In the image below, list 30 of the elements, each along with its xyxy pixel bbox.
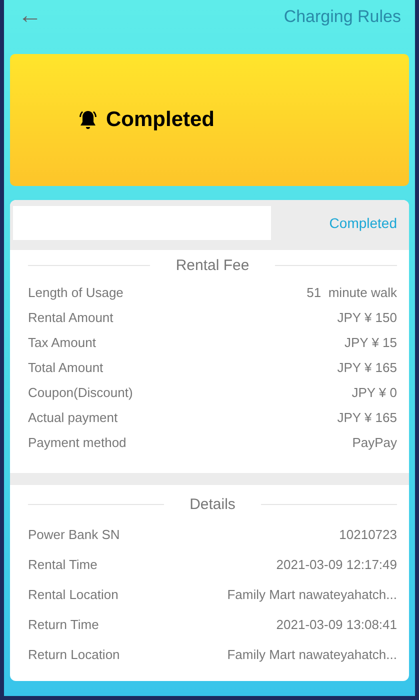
banner-status: Completed <box>106 108 215 132</box>
row-value: 51 minute walk <box>306 285 397 300</box>
row-label: Rental Amount <box>28 310 114 325</box>
row-label: Length of Usage <box>28 285 124 300</box>
row-label: Actual payment <box>28 410 118 425</box>
row-label: Return Location <box>28 646 120 662</box>
row-value: Family Mart nawateyahatch... <box>227 586 397 602</box>
row-value: JPY ¥ 15 <box>344 335 397 350</box>
row-label: Total Amount <box>28 360 104 375</box>
row-label: Payment method <box>28 435 126 450</box>
row-value: JPY ¥ 165 <box>337 360 397 375</box>
row-label: Rental Location <box>28 586 118 602</box>
row-value: 2021-03-09 12:17:49 <box>276 556 397 572</box>
row-label: Return Time <box>28 616 99 632</box>
row-label: Tax Amount <box>28 335 96 350</box>
row-label: Power Bank SN <box>28 526 120 542</box>
section-title: Rental Fee <box>176 256 250 274</box>
order-status: Completed <box>329 215 397 231</box>
row-value: JPY ¥ 0 <box>352 385 397 400</box>
back-button[interactable]: ← <box>18 2 42 30</box>
row-value: JPY ¥ 165 <box>337 410 397 425</box>
row-value: PayPay <box>352 435 397 450</box>
section-title: Details <box>190 496 236 512</box>
row-value: JPY ¥ 150 <box>337 310 397 325</box>
row-value: Family Mart nawateyahatch... <box>227 646 397 662</box>
row-label: Rental Time <box>28 556 98 572</box>
charging-rules-link[interactable]: Charging Rules <box>284 3 401 31</box>
row-value: 2021-03-09 13:08:41 <box>276 616 397 632</box>
row-value: 10210723 <box>339 526 397 542</box>
row-label: Coupon(Discount) <box>28 385 133 400</box>
